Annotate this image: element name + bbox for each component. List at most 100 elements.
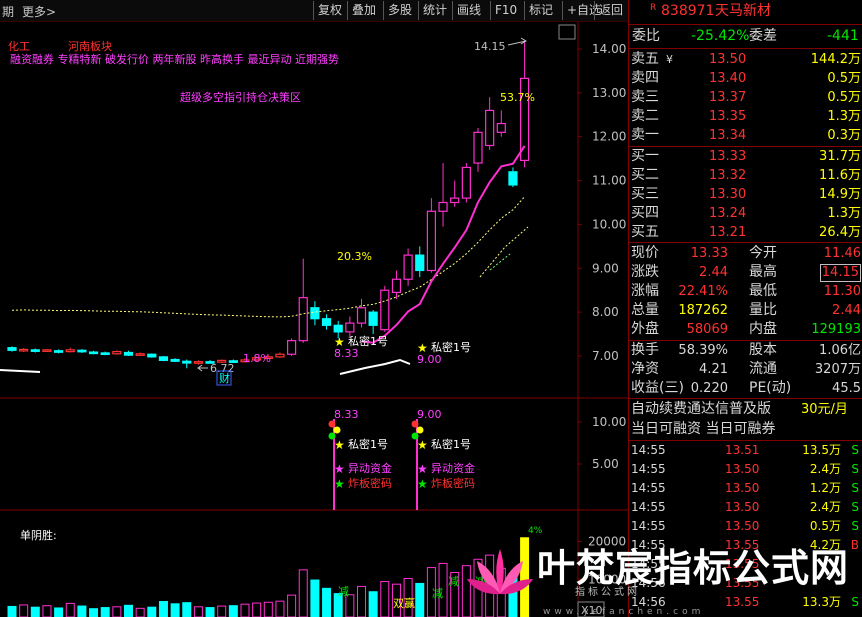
stat-row: 净资 4.21 流通 3207万 (629, 360, 862, 379)
toolbar-button-1[interactable]: 叠加 (347, 1, 380, 20)
volume-bar (380, 581, 390, 617)
ask-row[interactable]: 卖四 13.40 0.5万 (629, 69, 862, 88)
candle-body (7, 347, 17, 351)
tick-price: 13.50 (725, 519, 760, 533)
toolbar-button-0[interactable]: 复权 (313, 1, 346, 20)
tick-time: 14:55 (631, 443, 666, 457)
ma-line-upper (479, 226, 529, 278)
tick-time: 14:55 (631, 481, 666, 495)
bid-row[interactable]: 买三 13.30 14.9万 (629, 185, 862, 204)
toolbar-button-4[interactable]: 画线 (452, 1, 485, 20)
volume-bar (124, 604, 133, 617)
bid-row[interactable]: 买一 13.33 31.7万 (629, 147, 862, 166)
candle-body (345, 322, 355, 333)
kline-chart-area[interactable]: 14.00 13.00 12.00 11.00 10.00 9.00 8.00 7.00 化工 河… (0, 22, 628, 617)
ask-label: 卖四 (631, 70, 659, 86)
ask-price: 13.35 (709, 109, 747, 124)
volume-bar (19, 604, 29, 617)
bid-volume: 1.3万 (827, 206, 861, 221)
stat-row: 外盘 58069 内盘 129193 (629, 320, 862, 339)
volume-bar (520, 537, 530, 617)
tick-row: 14:56 13.55 13.3万 S (629, 593, 862, 612)
toolbar-button-5[interactable]: F10 (490, 1, 521, 20)
bid-price: 13.32 (709, 168, 747, 183)
volume-bar (42, 605, 52, 617)
bid-row[interactable]: 买五 13.21 26.4万 (629, 223, 862, 242)
candle-body (123, 351, 134, 356)
volume-bar (147, 606, 157, 617)
candle-body (321, 318, 332, 326)
period-label[interactable]: 期 (2, 3, 14, 20)
ask-row[interactable]: 卖一 13.34 0.3万 (629, 126, 862, 145)
star-icon: ★ (334, 477, 345, 491)
volume-bar (298, 569, 308, 617)
candle-body (368, 311, 378, 326)
ask-row[interactable]: 卖二 13.35 1.3万 (629, 107, 862, 126)
stat-label: 流通 (749, 361, 777, 377)
stat-value: 1.06亿 (819, 343, 861, 358)
volume-bar (508, 574, 518, 617)
ask-volume: 144.2万 (810, 52, 861, 67)
tick-side: S (851, 500, 859, 514)
ask-label: 卖三 (631, 89, 659, 105)
bid-volume: 26.4万 (819, 225, 861, 240)
tick-volume: 1.2万 (809, 481, 841, 495)
stat-value: 58069 (686, 322, 728, 337)
volume-bar (461, 565, 471, 617)
ad-text-2[interactable]: 当日可融资 当日可融券 (631, 420, 775, 439)
indicator-label: 私密1号 (431, 437, 471, 451)
tick-row: 14:55 13.50 1.2万 S (629, 479, 862, 498)
candle-body (438, 201, 448, 212)
stat-label: PE(动) (749, 380, 792, 396)
candle-body (100, 352, 110, 356)
bid-row[interactable]: 买二 13.32 11.6万 (629, 166, 862, 185)
star-icon: ★ (334, 462, 345, 476)
tick-price: 13.50 (725, 481, 760, 495)
strategy-zone-label: 超级多空指引持仓决策区 (180, 90, 301, 104)
separator (629, 24, 862, 25)
toolbar-button-6[interactable]: 标记 (524, 1, 557, 20)
indicator-tick-label: 10.00 (592, 415, 626, 429)
tick-volume: 4.2万 (809, 538, 841, 552)
indicator-tick-label: 5.00 (592, 457, 619, 471)
toolbar-button-3[interactable]: 统计 (418, 1, 451, 20)
candle-body (65, 349, 75, 353)
stat-row: 收益(三) 0.220 PE(动) 45.5 (629, 379, 862, 398)
more-menu-button[interactable]: 更多> (22, 3, 56, 20)
tick-volume: 2.4万 (809, 462, 841, 476)
price-tick-label: 12.00 (592, 130, 626, 144)
tick-volume: 13.3万 (802, 595, 841, 609)
indicator-label: 异动资金 (348, 461, 392, 475)
stat-value: 129193 (811, 322, 861, 337)
star-icon: ★ (417, 438, 428, 452)
webi-value: -25.42% (691, 28, 750, 44)
ad-row-1[interactable]: 自动续费通达信普及版 30元/月 (629, 400, 862, 419)
volume-bar (496, 567, 506, 617)
stat-label: 收益(三) (631, 380, 684, 396)
ad-price[interactable]: 30元/月 (801, 400, 848, 419)
candle-body (53, 350, 64, 353)
candle-body (403, 254, 413, 280)
volume-bar (100, 607, 110, 617)
volume-bar (77, 605, 87, 617)
tick-side: S (851, 443, 859, 457)
ad-text-1[interactable]: 自动续费通达信普及版 (631, 400, 771, 419)
gain-percent-label: 53.7% (500, 91, 535, 104)
stat-label: 净资 (631, 361, 659, 377)
high-price-marker: 14.15 (474, 40, 506, 53)
bid-row[interactable]: 买四 13.24 1.3万 (629, 204, 862, 223)
toolbar-button-2[interactable]: 多股 (383, 1, 416, 20)
ask-row[interactable]: 卖三 13.37 0.5万 (629, 88, 862, 107)
candle-body (135, 353, 145, 356)
indicator-label: 炸板密码 (348, 476, 392, 490)
volume-bar (263, 601, 273, 617)
finance-marker: 财 (219, 371, 230, 385)
ad-row-2[interactable]: 当日可融资 当日可融券 (629, 420, 862, 439)
toolbar-button-8[interactable]: 返回 (594, 1, 627, 20)
ask-row[interactable]: 卖五 ¥13.50 144.2万 (629, 50, 862, 69)
kline-chart-svg[interactable]: 14.00 13.00 12.00 11.00 10.00 9.00 8.00 7.00 化工 河… (0, 22, 628, 617)
star-icon: ★ (417, 341, 428, 355)
volume-scale-button: X10 (581, 604, 603, 617)
tick-side: S (851, 595, 859, 609)
volume-tag: 减 (432, 587, 443, 600)
